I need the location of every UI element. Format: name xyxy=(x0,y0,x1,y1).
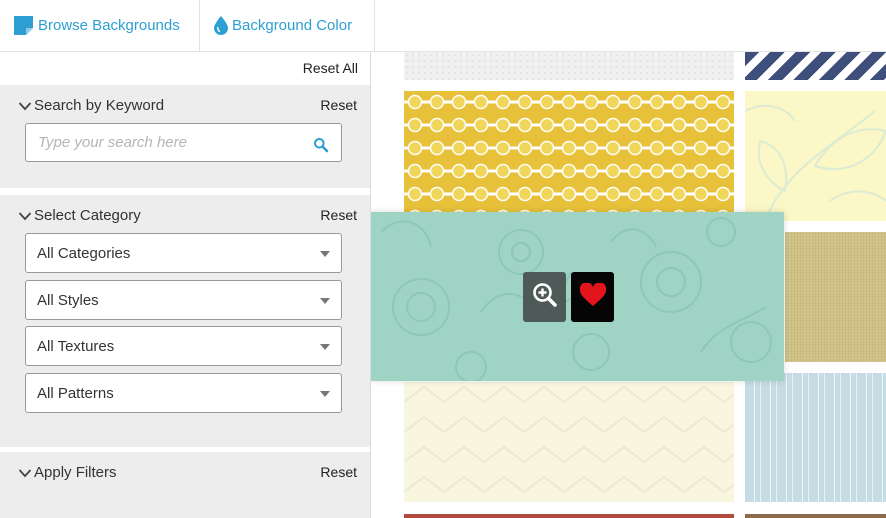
background-tile-red[interactable] xyxy=(404,514,734,518)
background-tile-olive-linen[interactable] xyxy=(785,232,886,362)
dropdown-caret-icon xyxy=(320,391,330,397)
background-tile-gray[interactable] xyxy=(404,52,734,80)
category-panel-title: Select Category xyxy=(34,207,141,224)
category-select[interactable]: All Categories xyxy=(25,233,342,273)
texture-select[interactable]: All Textures xyxy=(25,326,342,366)
background-tile-blue-stripes[interactable] xyxy=(745,373,886,502)
note-icon xyxy=(13,15,34,36)
tile-hover-actions xyxy=(523,272,614,322)
search-icon[interactable] xyxy=(313,137,329,153)
background-tile-cream-leaves[interactable] xyxy=(745,91,886,221)
category-reset-button[interactable]: Reset xyxy=(320,207,357,223)
dropdown-caret-icon xyxy=(320,251,330,257)
texture-select-value: All Textures xyxy=(37,337,115,355)
heart-icon xyxy=(579,281,607,312)
style-select[interactable]: All Styles xyxy=(25,280,342,320)
top-tab-bar: Browse Backgrounds Background Color xyxy=(0,0,886,52)
category-panel-toggle[interactable]: Select Category xyxy=(18,207,141,224)
pattern-select[interactable]: All Patterns xyxy=(25,373,342,413)
keyword-panel: Search by Keyword Reset xyxy=(0,85,370,188)
apply-filters-title: Apply Filters xyxy=(34,464,117,481)
apply-filters-reset-button[interactable]: Reset xyxy=(320,464,357,480)
category-panel: Select Category Reset All Categories All… xyxy=(0,195,370,447)
zoom-in-icon xyxy=(532,282,558,313)
tab-background-color[interactable]: Background Color xyxy=(200,0,375,51)
apply-filters-panel: Apply Filters Reset xyxy=(0,452,370,518)
keyword-panel-title: Search by Keyword xyxy=(34,97,165,114)
reset-all-button[interactable]: Reset All xyxy=(303,60,358,76)
background-tile-light-yellow-chevron[interactable] xyxy=(404,382,734,502)
keyword-reset-button[interactable]: Reset xyxy=(320,97,357,113)
droplet-icon xyxy=(214,16,228,35)
keyword-panel-toggle[interactable]: Search by Keyword xyxy=(18,97,164,114)
background-tile-teal-floral[interactable] xyxy=(371,212,784,381)
background-tile-yellow-dots[interactable] xyxy=(404,91,734,221)
chevron-down-icon xyxy=(18,101,32,111)
filter-sidebar: Reset All Search by Keyword Reset Select… xyxy=(0,52,371,518)
zoom-button[interactable] xyxy=(523,272,566,322)
dropdown-caret-icon xyxy=(320,298,330,304)
search-input[interactable] xyxy=(26,124,306,161)
tab-browse-backgrounds[interactable]: Browse Backgrounds xyxy=(0,0,200,51)
tab-browse-label: Browse Backgrounds xyxy=(38,17,180,34)
pattern-select-value: All Patterns xyxy=(37,384,114,402)
category-select-value: All Categories xyxy=(37,244,131,262)
background-gallery xyxy=(371,52,886,518)
tab-color-label: Background Color xyxy=(232,17,353,34)
chevron-down-icon xyxy=(18,468,32,478)
chevron-down-icon xyxy=(18,211,32,221)
dropdown-caret-icon xyxy=(320,344,330,350)
style-select-value: All Styles xyxy=(37,291,99,309)
apply-filters-toggle[interactable]: Apply Filters xyxy=(18,464,117,481)
search-field xyxy=(25,123,342,162)
background-tile-brown[interactable] xyxy=(745,514,886,518)
background-tile-navy-stripes[interactable] xyxy=(745,52,886,80)
favorite-button[interactable] xyxy=(571,272,614,322)
